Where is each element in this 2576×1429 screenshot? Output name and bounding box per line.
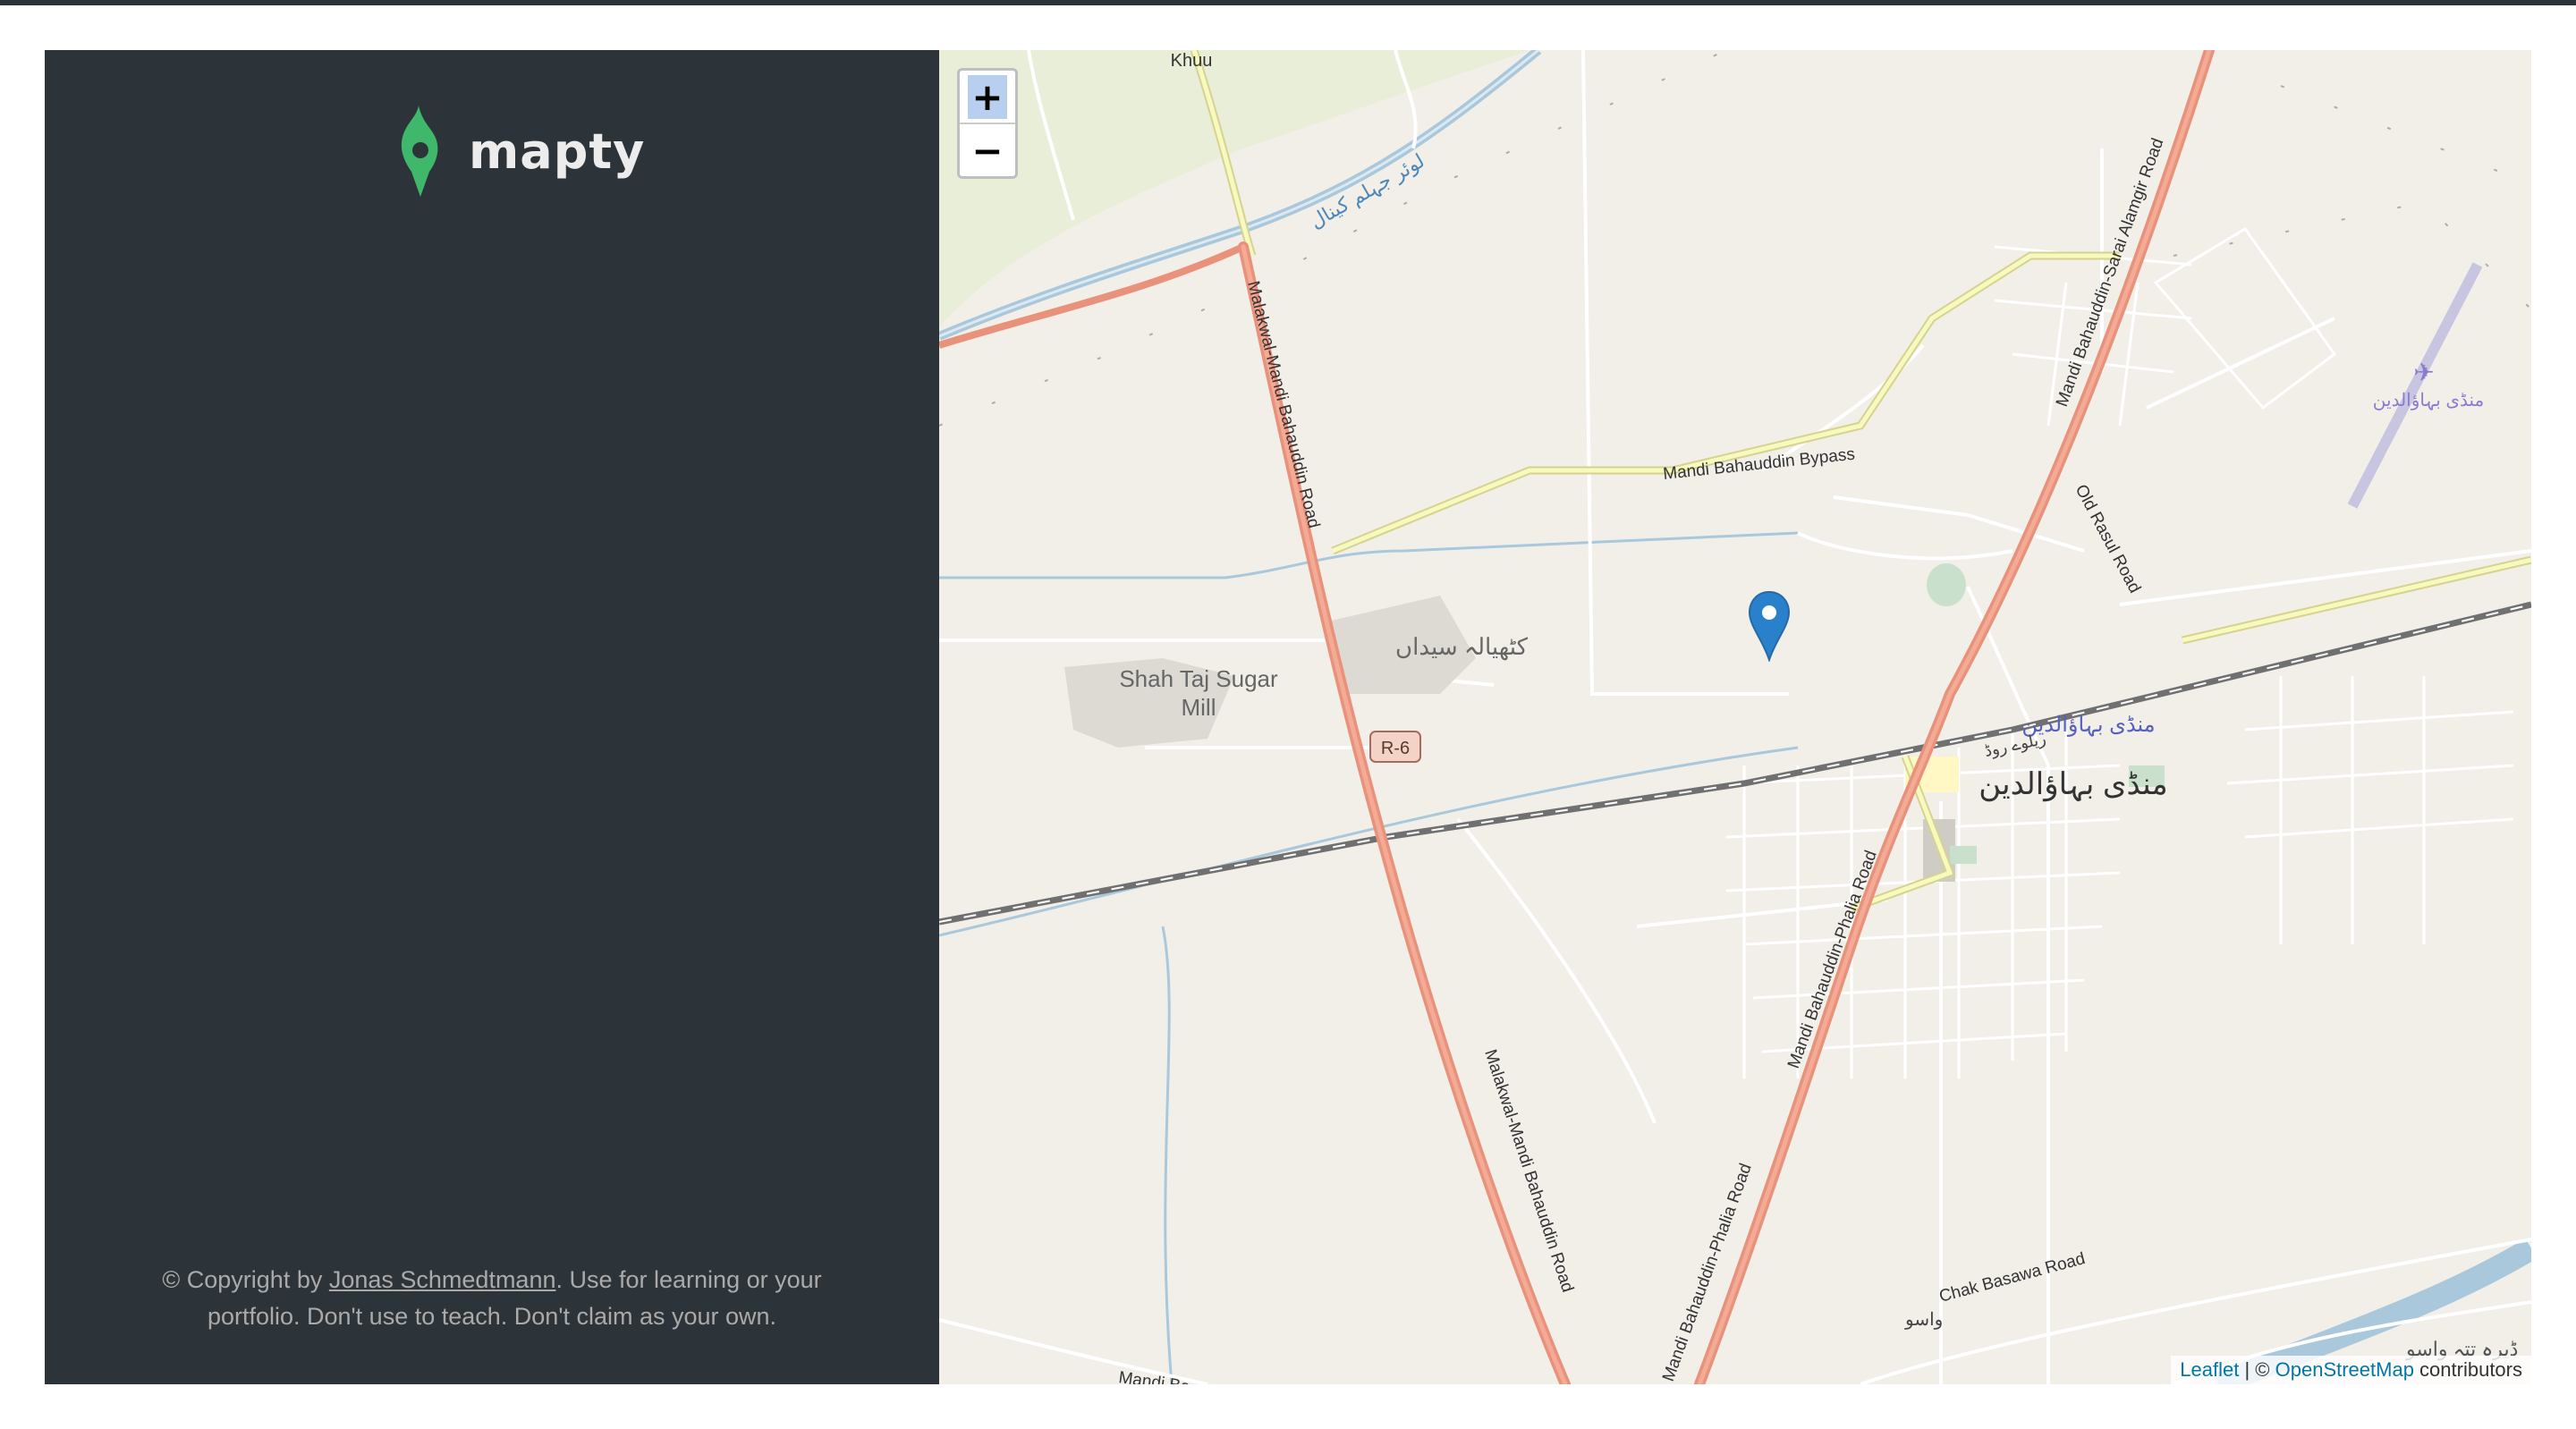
- map-tiles[interactable]: ✈ منڈی بہاؤالدین R-6 Khuu لوئر جہلم کینا…: [939, 50, 2531, 1384]
- location-marker-icon[interactable]: [1747, 590, 1792, 662]
- attribution-separator: | ©: [2239, 1358, 2275, 1381]
- map-pin-logo-icon: [401, 106, 438, 197]
- attribution-suffix: contributors: [2413, 1358, 2522, 1381]
- map[interactable]: ✈ منڈی بہاؤالدین R-6 Khuu لوئر جہلم کینا…: [939, 50, 2531, 1384]
- railway: [939, 601, 2531, 926]
- zoom-in-button[interactable]: +: [960, 71, 1015, 124]
- city-label: منڈی بہاؤالدین: [1979, 767, 2168, 802]
- map-attribution: Leaflet | © OpenStreetMap contributors: [2171, 1356, 2531, 1384]
- sugar-mill-label-2: Mill: [1182, 694, 1216, 721]
- park: [1927, 563, 1966, 606]
- sidebar: mapty © Copyright by Jonas Schmedtmann. …: [45, 50, 939, 1384]
- svg-text:✈: ✈: [2413, 359, 2434, 386]
- wasu-label: واسو: [1904, 1310, 1943, 1330]
- app-container: mapty © Copyright by Jonas Schmedtmann. …: [45, 50, 2531, 1384]
- khuu-label: Khuu: [1171, 51, 1213, 71]
- logo-text: mapty: [469, 123, 646, 180]
- malakwal-road-label-2: Malakwal-Mandi Bahauddin Road: [1480, 1047, 1577, 1295]
- openstreetmap-link[interactable]: OpenStreetMap: [2275, 1358, 2414, 1381]
- r6-shield: R-6: [1381, 739, 1410, 758]
- window-top-edge: [0, 0, 2576, 5]
- malakwal-road-label: Malakwal-Mandi Bahauddin Road: [1243, 279, 1323, 530]
- zoom-out-icon: −: [971, 128, 1004, 173]
- chak-basawa-label: Chak Basawa Road: [1937, 1249, 2088, 1306]
- old-rasul-road-label: Old Rasul Road: [2072, 481, 2145, 596]
- logo: mapty: [376, 104, 645, 199]
- leaflet-link[interactable]: Leaflet: [2180, 1358, 2239, 1381]
- kathiala-label: کٹھیالہ سیداں: [1395, 633, 1529, 661]
- copyright-prefix: © Copyright by: [162, 1266, 329, 1293]
- zoom-control: + −: [957, 68, 1018, 179]
- author-link[interactable]: Jonas Schmedtmann: [329, 1266, 556, 1293]
- airport-label: منڈی بہاؤالدین: [2373, 391, 2484, 410]
- copyright-text: © Copyright by Jonas Schmedtmann. Use fo…: [134, 1262, 850, 1335]
- zoom-in-icon: +: [968, 74, 1007, 119]
- sugar-mill-label-1: Shah Taj Sugar: [1119, 665, 1278, 692]
- zoom-out-button[interactable]: −: [960, 124, 1015, 176]
